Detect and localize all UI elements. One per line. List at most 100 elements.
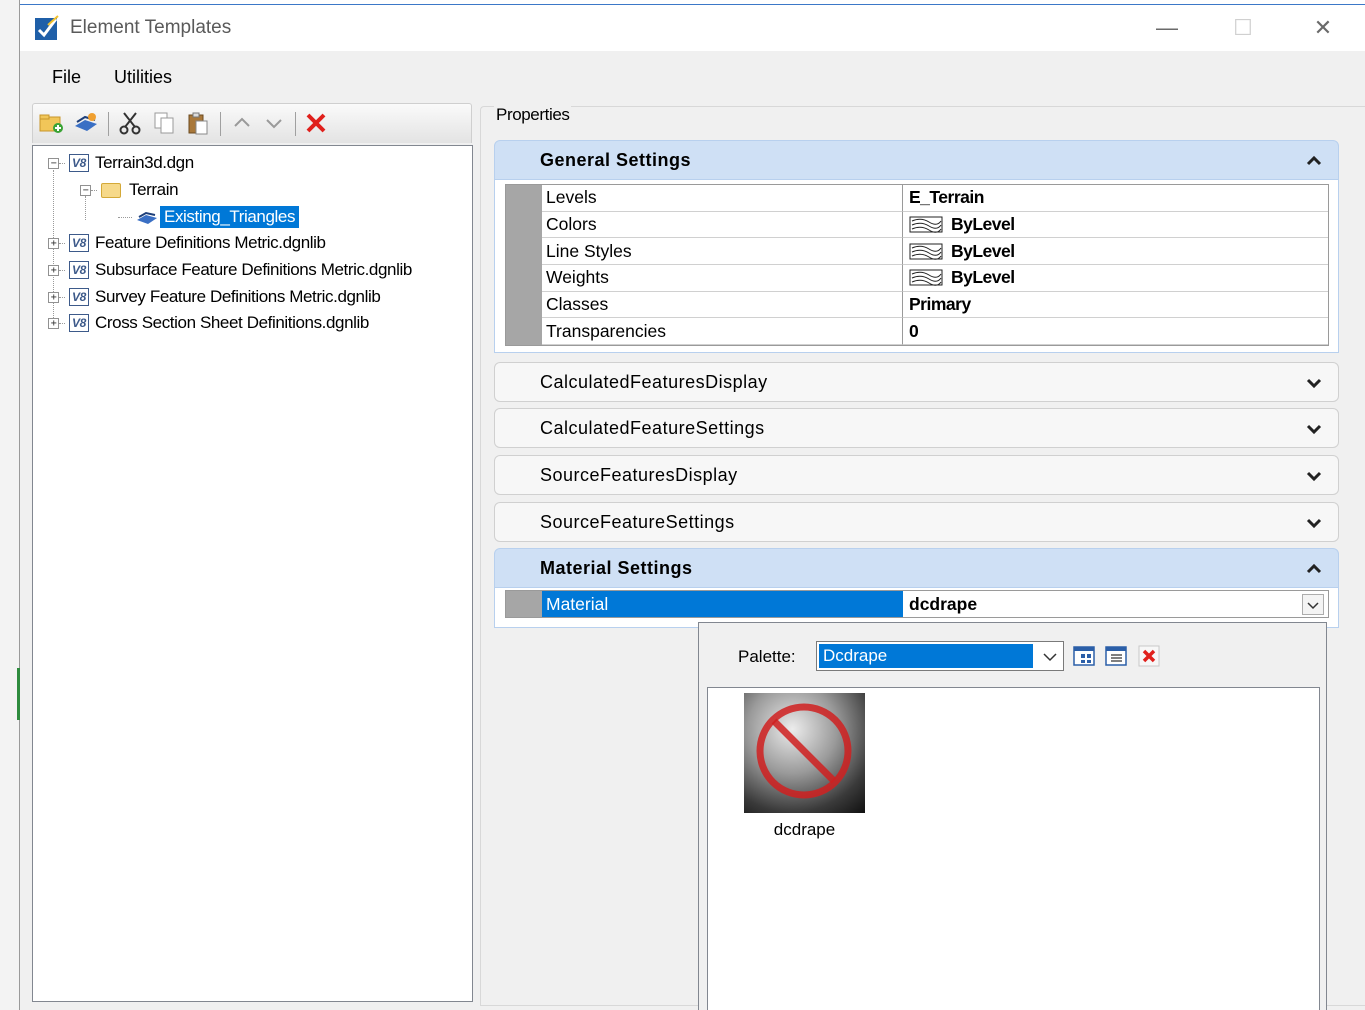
material-value-cell[interactable]: dcdrape — [903, 591, 1328, 617]
section-material-settings[interactable]: Material Settings — [494, 548, 1339, 588]
collapse-icon[interactable]: − — [48, 157, 59, 169]
tree-node-label: Feature Definitions Metric.dgnlib — [95, 233, 326, 252]
row-gutter — [506, 291, 542, 319]
property-value-cell[interactable]: ByLevel — [903, 212, 1328, 239]
delete-button[interactable] — [303, 110, 329, 136]
cut-icon — [119, 112, 141, 135]
paste-icon — [188, 112, 208, 135]
close-button[interactable]: ✕ — [1300, 13, 1346, 43]
row-gutter — [506, 591, 542, 617]
chevron-down-icon[interactable] — [1304, 419, 1324, 439]
remove-palette-button[interactable] — [1136, 643, 1162, 669]
window-title: Element Templates — [70, 17, 232, 38]
row-gutter — [506, 238, 542, 266]
menu-bar: File Utilities — [20, 61, 1365, 93]
tree-node-root[interactable]: − V8 Terrain3d.dgn — [48, 151, 194, 175]
palette-select[interactable]: Dcdrape — [816, 641, 1064, 671]
background-window-edge — [0, 0, 20, 1010]
maximize-icon: ☐ — [1233, 15, 1253, 40]
expand-icon[interactable]: + — [48, 291, 59, 303]
cut-button[interactable] — [117, 110, 143, 136]
property-row[interactable]: Colors ByLevel — [506, 211, 1328, 239]
property-value: dcdrape — [909, 593, 978, 614]
thumbnail-view-icon — [1073, 646, 1095, 666]
thumbnail-view-button[interactable] — [1071, 643, 1097, 669]
tree-node-label: Cross Section Sheet Definitions.dgnlib — [95, 313, 369, 332]
expand-icon[interactable]: + — [48, 317, 59, 329]
menu-utilities[interactable]: Utilities — [114, 67, 172, 88]
v8-file-icon: V8 — [69, 234, 89, 252]
section-title: General Settings — [540, 149, 692, 170]
toolbar-separator — [108, 112, 109, 136]
section-title: SourceFeatureSettings — [540, 511, 735, 532]
minimize-button[interactable]: — — [1144, 13, 1190, 43]
property-value[interactable]: 0 — [903, 318, 1328, 346]
chevron-down-icon[interactable] — [1304, 513, 1324, 533]
property-name: Colors — [542, 211, 903, 239]
tree-node-library[interactable]: + V8 Survey Feature Definitions Metric.dgn… — [48, 285, 381, 309]
new-folder-button[interactable] — [39, 110, 65, 136]
delete-icon — [1138, 645, 1160, 667]
section-title: SourceFeaturesDisplay — [540, 464, 738, 485]
section-calculated-feature-settings[interactable]: CalculatedFeatureSettings — [494, 408, 1339, 448]
chevron-down-icon[interactable] — [1304, 466, 1324, 486]
list-view-button[interactable] — [1103, 643, 1129, 669]
element-templates-window: Element Templates — ☐ ✕ File Utilities −… — [20, 4, 1365, 1010]
section-source-features-display[interactable]: SourceFeaturesDisplay — [494, 455, 1339, 495]
template-tree[interactable]: − V8 Terrain3d.dgn − Terrain Existing_Trian… — [32, 145, 473, 1002]
chevron-up-icon[interactable] — [1304, 151, 1324, 171]
palette-selected-value: Dcdrape — [819, 644, 1033, 668]
section-calculated-features-display[interactable]: CalculatedFeaturesDisplay — [494, 362, 1339, 402]
section-title: CalculatedFeaturesDisplay — [540, 371, 768, 392]
property-value: ByLevel — [951, 214, 1015, 235]
tree-node-folder[interactable]: − Terrain — [80, 178, 179, 202]
material-row[interactable]: Material dcdrape — [505, 590, 1329, 618]
material-thumbnail[interactable] — [744, 693, 865, 813]
menu-file[interactable]: File — [52, 67, 81, 88]
general-settings-body: Levels E_Terrain Colors ByLevel Line Sty… — [494, 180, 1339, 353]
list-view-icon — [1105, 646, 1127, 666]
properties-label: Properties — [494, 105, 572, 125]
property-row[interactable]: Weights ByLevel — [506, 265, 1328, 292]
paste-button[interactable] — [185, 110, 211, 136]
tree-node-label: Subsurface Feature Definitions Metric.dg… — [95, 260, 412, 279]
chevron-up-icon[interactable] — [1304, 559, 1324, 579]
maximize-button[interactable]: ☐ — [1220, 13, 1266, 43]
section-general-settings[interactable]: General Settings — [494, 140, 1339, 180]
title-bar: Element Templates — ☐ ✕ — [20, 5, 1365, 51]
tree-node-label: Survey Feature Definitions Metric.dgnlib — [95, 287, 381, 306]
tree-node-library[interactable]: + V8 Feature Definitions Metric.dgnlib — [48, 231, 326, 255]
new-folder-icon — [39, 114, 63, 133]
section-source-feature-settings[interactable]: SourceFeatureSettings — [494, 502, 1339, 542]
general-settings-grid: Levels E_Terrain Colors ByLevel Line Sty… — [505, 184, 1329, 347]
missing-material-icon — [756, 703, 852, 799]
new-template-icon — [75, 113, 97, 131]
property-value[interactable]: E_Terrain — [903, 185, 1328, 212]
move-up-button[interactable] — [229, 110, 255, 136]
tree-node-template[interactable]: Existing_Triangles — [118, 205, 300, 229]
move-down-button[interactable] — [261, 110, 287, 136]
new-template-button[interactable] — [73, 110, 99, 136]
chevron-down-icon[interactable] — [1304, 373, 1324, 393]
property-value-cell[interactable]: ByLevel — [903, 238, 1328, 266]
property-value[interactable]: Primary — [903, 292, 1328, 319]
property-row[interactable]: Line Styles ByLevel — [506, 238, 1328, 266]
expand-icon[interactable]: + — [48, 264, 59, 276]
tree-node-library[interactable]: + V8 Subsurface Feature Definitions Metric… — [48, 258, 412, 282]
property-row[interactable]: Classes Primary — [506, 291, 1328, 319]
close-icon: ✕ — [1313, 15, 1333, 40]
material-dropdown-button[interactable] — [1302, 594, 1324, 615]
collapse-icon[interactable]: − — [80, 184, 91, 196]
palette-label: Palette: — [738, 647, 796, 666]
property-row[interactable]: Levels E_Terrain — [506, 185, 1328, 212]
copy-button[interactable] — [151, 110, 177, 136]
expand-icon[interactable]: + — [48, 237, 59, 249]
property-row[interactable]: Transparencies 0 — [506, 318, 1328, 346]
tree-node-library[interactable]: + V8 Cross Section Sheet Definitions.dgnli… — [48, 311, 369, 335]
property-name: Material — [542, 591, 903, 617]
tree-node-label: Terrain3d.dgn — [95, 153, 194, 172]
app-icon — [35, 15, 59, 40]
template-icon — [137, 211, 157, 224]
delete-icon — [306, 113, 326, 133]
property-value-cell[interactable]: ByLevel — [903, 265, 1328, 292]
